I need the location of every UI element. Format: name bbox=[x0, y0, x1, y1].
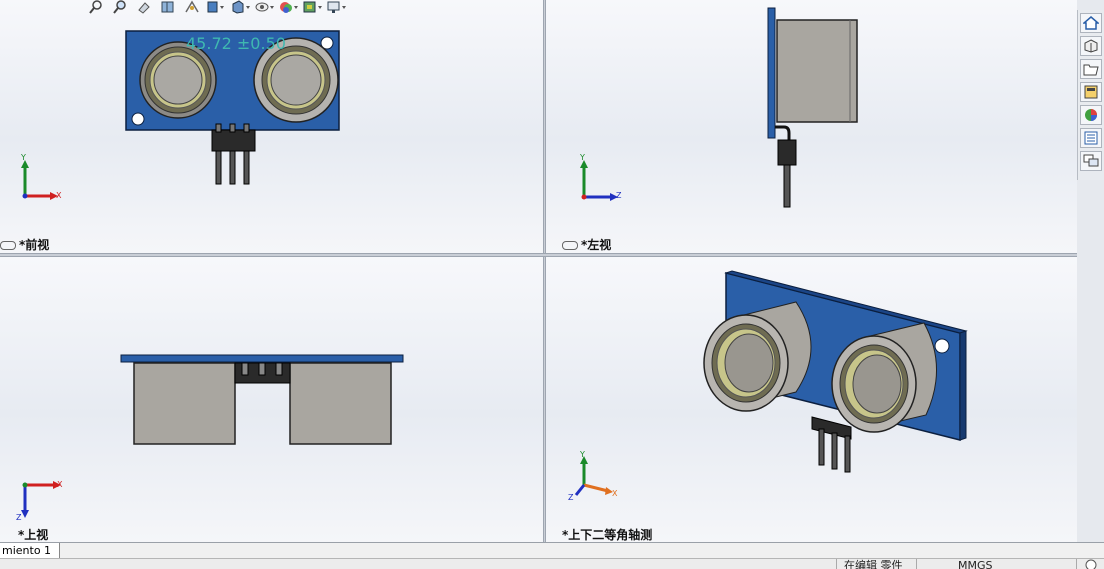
axis-label-z: Z bbox=[568, 493, 574, 502]
link-views-icon bbox=[0, 241, 16, 250]
axis-label-z: Z bbox=[16, 513, 22, 522]
home-icon[interactable] bbox=[1080, 13, 1102, 33]
viewport-front[interactable]: 45.72 ±0.50 Y X *前视 bbox=[0, 0, 543, 253]
previous-view-icon[interactable] bbox=[134, 0, 154, 14]
viewport-splitter-horizontal[interactable] bbox=[0, 253, 1077, 257]
heads-up-view-toolbar bbox=[86, 0, 346, 14]
axis-label-y: Y bbox=[580, 450, 585, 459]
tab-movement-study[interactable]: miento 1 bbox=[0, 543, 61, 559]
display-style-icon[interactable] bbox=[230, 0, 250, 14]
viewport-splitter-vertical[interactable] bbox=[543, 0, 546, 542]
dimetric-view-model[interactable] bbox=[546, 257, 1077, 542]
axis-label-y: Y bbox=[21, 153, 26, 162]
section-view-icon[interactable] bbox=[158, 0, 178, 14]
axis-label-y: Y bbox=[580, 153, 585, 162]
view-label-top[interactable]: *上视 bbox=[18, 526, 48, 542]
dynamic-annotation-icon[interactable] bbox=[182, 0, 202, 14]
link-views-icon bbox=[562, 241, 578, 250]
view-label-dimetric[interactable]: *上下二等角轴测 bbox=[562, 526, 652, 542]
dimension-annotation[interactable]: 45.72 ±0.50 bbox=[186, 34, 286, 53]
appearances-icon[interactable] bbox=[1080, 105, 1102, 125]
custom-properties-icon[interactable] bbox=[1080, 128, 1102, 148]
view-label-front[interactable]: *前视 bbox=[0, 236, 49, 253]
view-label-left[interactable]: *左视 bbox=[562, 236, 611, 253]
viewport-top[interactable]: X Z *上视 bbox=[0, 257, 543, 542]
apply-scene-icon[interactable] bbox=[302, 0, 322, 14]
zoom-to-fit-icon[interactable] bbox=[86, 0, 106, 14]
model-tab-bar: miento 1 bbox=[0, 542, 1104, 559]
view-orientation-icon[interactable] bbox=[206, 0, 226, 14]
forum-icon[interactable] bbox=[1080, 151, 1102, 171]
top-view-model[interactable] bbox=[0, 257, 543, 542]
axis-label-z: Z bbox=[616, 191, 622, 200]
edit-appearance-icon[interactable] bbox=[278, 0, 298, 14]
left-view-model[interactable] bbox=[546, 0, 1077, 253]
axis-label-x: X bbox=[56, 191, 62, 200]
hide-show-icon[interactable] bbox=[254, 0, 274, 14]
axis-label-x: X bbox=[57, 480, 63, 489]
viewport-dimetric[interactable]: Y X Z *上下二等角轴测 bbox=[546, 257, 1077, 542]
view-settings-icon[interactable] bbox=[326, 0, 346, 14]
zoom-area-icon[interactable] bbox=[110, 0, 130, 14]
task-pane-tabs bbox=[1077, 10, 1104, 180]
status-bar: 在编辑 零件 MMGS bbox=[0, 558, 1104, 569]
viewport-left[interactable]: Y Z *左视 bbox=[546, 0, 1077, 253]
axis-label-x: X bbox=[612, 489, 618, 498]
parts-library-icon[interactable] bbox=[1080, 36, 1102, 56]
file-explorer-icon[interactable] bbox=[1080, 59, 1102, 79]
view-palette-icon[interactable] bbox=[1080, 82, 1102, 102]
